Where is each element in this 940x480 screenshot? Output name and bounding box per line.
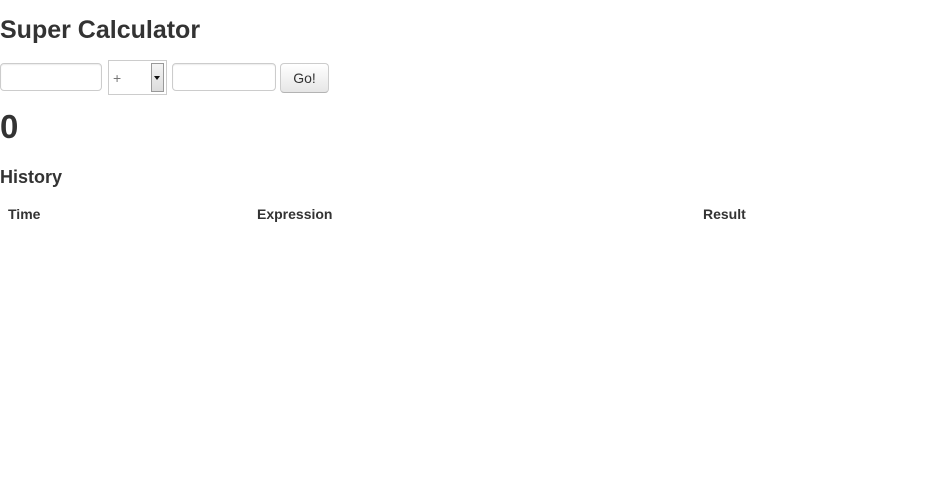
dropdown-arrow-button[interactable] bbox=[151, 63, 164, 92]
chevron-down-icon bbox=[154, 76, 160, 80]
calculator-page: Super Calculator + Go! 0 History Time Ex… bbox=[0, 0, 940, 480]
second-operand-input[interactable] bbox=[172, 63, 276, 91]
column-header-result: Result bbox=[703, 206, 746, 222]
column-header-expression: Expression bbox=[257, 206, 333, 222]
first-operand-input[interactable] bbox=[0, 63, 102, 91]
column-header-time: Time bbox=[8, 206, 41, 222]
history-table-header: Time Expression Result bbox=[0, 198, 940, 230]
page-title: Super Calculator bbox=[0, 16, 201, 44]
operator-selected-value: + bbox=[113, 70, 122, 86]
history-table: Time Expression Result bbox=[0, 198, 940, 230]
go-button[interactable]: Go! bbox=[280, 63, 329, 93]
result-value: 0 bbox=[0, 108, 19, 145]
operator-select[interactable]: + bbox=[108, 60, 167, 95]
history-header-row: Time Expression Result bbox=[0, 198, 940, 230]
history-heading: History bbox=[0, 167, 63, 187]
